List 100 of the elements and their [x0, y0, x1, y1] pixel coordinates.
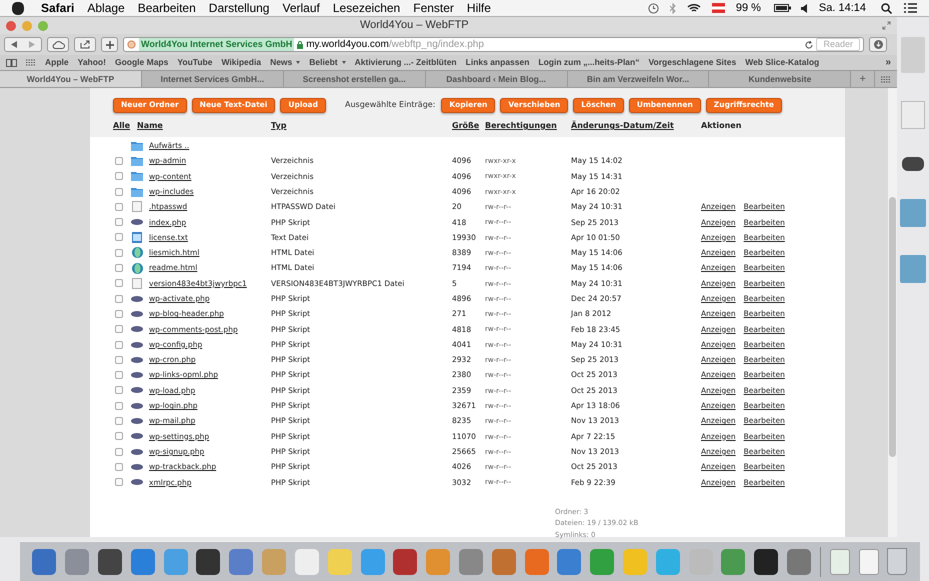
- bookmark-link[interactable]: Wikipedia: [221, 56, 262, 69]
- certificate-label: World4You Internet Services GmbH: [139, 38, 294, 52]
- sort-link[interactable]: Änderungs-Datum/Zeit: [571, 121, 674, 130]
- downloads-button[interactable]: [869, 37, 887, 52]
- zoom-button[interactable]: [38, 20, 48, 30]
- checkbox[interactable]: [115, 156, 123, 165]
- book-icon[interactable]: [6, 58, 17, 66]
- php-file-icon: [131, 479, 143, 486]
- bookmark-link[interactable]: Google Maps: [114, 56, 168, 69]
- menu-item[interactable]: Ablage: [87, 0, 125, 17]
- checkbox[interactable]: [115, 340, 123, 348]
- php-file-icon: [131, 433, 143, 440]
- bookmark-link[interactable]: Apple: [45, 56, 69, 69]
- sort-link[interactable]: Berechtigungen: [485, 121, 557, 130]
- checkbox[interactable]: [115, 218, 123, 226]
- wifi-icon[interactable]: [686, 3, 701, 13]
- forward-icon: [29, 41, 35, 48]
- app-icon[interactable]: [754, 548, 778, 574]
- checkbox[interactable]: [115, 432, 123, 440]
- flag-icon[interactable]: [712, 3, 725, 13]
- checkbox[interactable]: [115, 462, 123, 471]
- app-menu[interactable]: Safari: [41, 0, 74, 17]
- search-icon[interactable]: [881, 2, 892, 14]
- checkbox[interactable]: [115, 279, 123, 288]
- app-icon[interactable]: [196, 548, 220, 574]
- menu-item[interactable]: Verlauf: [282, 0, 320, 17]
- sort-link[interactable]: Typ: [271, 121, 286, 130]
- document-stack-icon[interactable]: [830, 548, 850, 574]
- checkbox[interactable]: [115, 448, 123, 456]
- bookmark-link[interactable]: Vorgeschlagene Sites: [648, 56, 736, 69]
- app-icon[interactable]: [98, 548, 122, 574]
- bookmark-link[interactable]: Beliebt: [309, 56, 346, 69]
- trash-icon[interactable]: [887, 548, 908, 575]
- grid-icon: [881, 76, 892, 82]
- browser-tab[interactable]: Screenshot erstellen ga...: [284, 71, 426, 87]
- bookmark-link[interactable]: YouTube: [177, 56, 212, 69]
- checkbox[interactable]: [115, 416, 123, 425]
- browser-tab[interactable]: Dashboard ‹ Mein Blog...: [426, 71, 568, 87]
- checkbox[interactable]: [115, 386, 123, 394]
- minimize-button[interactable]: [22, 20, 32, 30]
- menu-item[interactable]: Lesezeichen: [332, 0, 400, 17]
- back-forward-button[interactable]: [4, 37, 42, 52]
- checkbox[interactable]: [115, 356, 123, 364]
- browser-tab[interactable]: Bin am Verzweifeln Wor...: [568, 71, 710, 87]
- dropdown-arrow-icon: [296, 61, 300, 64]
- list-icon[interactable]: [904, 3, 917, 13]
- php-file-icon: [131, 402, 143, 409]
- checkbox[interactable]: [115, 188, 123, 196]
- new-tab-button[interactable]: +: [851, 71, 876, 87]
- fullscreen-icon[interactable]: [882, 21, 891, 30]
- cloud-icon: [52, 40, 64, 48]
- window-title: World4You – WebFTP: [360, 18, 469, 34]
- sort-link[interactable]: Größe: [452, 121, 480, 130]
- add-bookmark-button[interactable]: [101, 37, 118, 52]
- speaker-icon[interactable]: [800, 4, 809, 12]
- checkbox[interactable]: [115, 402, 123, 410]
- menu-item[interactable]: Darstellung: [208, 0, 270, 17]
- browser-tab[interactable]: Internet Services GmbH...: [142, 71, 284, 87]
- bookmark-link[interactable]: News: [270, 56, 300, 69]
- checkbox[interactable]: [115, 310, 123, 318]
- more-bookmarks-button[interactable]: »: [885, 55, 891, 70]
- address-field[interactable]: World4You Internet Services GmbH my.world4you.com/webftp_ng/index.php Reader: [123, 37, 864, 52]
- grid-icon[interactable]: [26, 59, 36, 66]
- checkbox[interactable]: [115, 202, 123, 211]
- icloud-button[interactable]: [47, 37, 69, 52]
- bookmark-link[interactable]: Web Slice-Katalog: [745, 56, 820, 69]
- share-button[interactable]: [74, 37, 96, 52]
- bluetooth-icon[interactable]: [670, 2, 676, 14]
- scroll-bar[interactable]: [888, 88, 897, 537]
- menu-item[interactable]: Bearbeiten: [138, 0, 196, 17]
- scroll-thumb[interactable]: [889, 197, 896, 457]
- bookmark-link[interactable]: Yahoo!: [78, 56, 106, 69]
- checkbox[interactable]: [115, 172, 123, 180]
- checkbox[interactable]: [115, 371, 123, 380]
- clock-icon[interactable]: [648, 2, 659, 14]
- document-stack-icon[interactable]: [858, 548, 879, 574]
- reload-icon[interactable]: [805, 40, 814, 48]
- bookmark-link[interactable]: Login zum „...heits-Plan“: [538, 56, 640, 69]
- lock-icon: [297, 40, 304, 48]
- sort-link[interactable]: Alle: [113, 121, 130, 130]
- download-icon: [874, 40, 882, 49]
- checkbox[interactable]: [115, 294, 123, 303]
- menu-clock[interactable]: Sa. 14:14: [818, 0, 866, 16]
- checkbox[interactable]: [115, 325, 123, 334]
- checkbox[interactable]: [115, 478, 123, 486]
- battery-icon[interactable]: [774, 4, 791, 12]
- selection-label: Ausgewählte Einträge:: [344, 99, 436, 111]
- bookmark-link[interactable]: Links anpassen: [466, 56, 530, 69]
- column-header: Aktionen: [701, 121, 742, 130]
- sort-link[interactable]: Name: [137, 121, 163, 130]
- menu-item[interactable]: Fenster: [413, 0, 454, 17]
- checkbox[interactable]: [115, 248, 123, 257]
- menu-item[interactable]: Hilfe: [466, 0, 491, 17]
- checkbox[interactable]: [115, 233, 123, 242]
- bookmark-link[interactable]: Aktivierung ...- Zeitblüten: [354, 56, 457, 69]
- checkbox[interactable]: [115, 264, 123, 272]
- close-button[interactable]: [6, 20, 16, 30]
- browser-tab[interactable]: World4You – WebFTP: [0, 71, 142, 87]
- browser-tab[interactable]: Kundenwebsite: [709, 71, 852, 87]
- php-file-icon: [131, 372, 143, 378]
